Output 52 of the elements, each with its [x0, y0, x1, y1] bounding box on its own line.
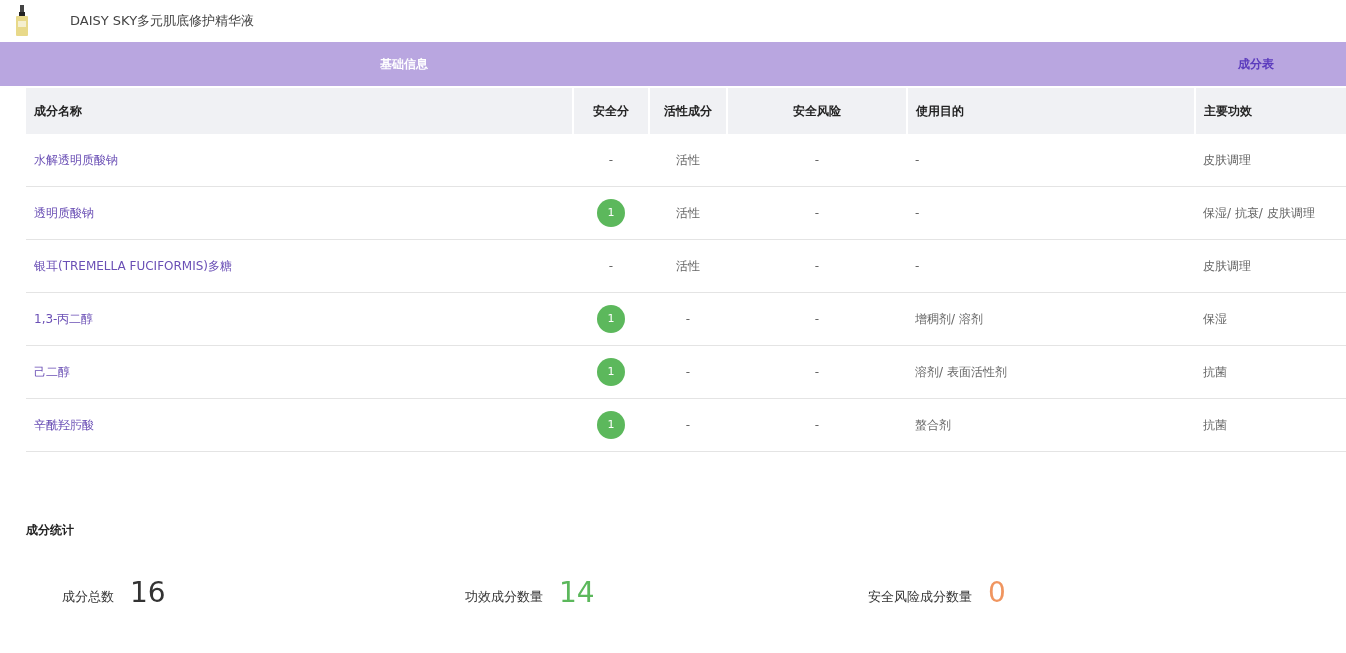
ingredient-link[interactable]: 1,3-丙二醇 — [26, 292, 573, 346]
table-cell: - — [649, 345, 727, 399]
safety-score-badge: 1 — [597, 199, 625, 227]
stat-label: 安全风险成分数量 — [868, 587, 972, 606]
table-cell: 活性 — [649, 239, 727, 293]
ingredient-link[interactable]: 辛酰羟肟酸 — [26, 398, 573, 452]
ingredient-link[interactable]: 水解透明质酸钠 — [26, 134, 573, 187]
ingredient-link[interactable]: 透明质酸钠 — [26, 186, 573, 240]
table-cell: 保湿/ 抗衰/ 皮肤调理 — [1195, 186, 1346, 240]
table-cell: 抗菌 — [1195, 345, 1346, 399]
safety-score-badge: 1 — [597, 411, 625, 439]
bottle-icon — [15, 5, 29, 37]
column-header: 安全风险 — [727, 88, 907, 134]
stat-value: 0 — [988, 576, 1006, 609]
table-cell: - — [727, 134, 907, 187]
column-header: 安全分 — [573, 88, 649, 134]
table-cell: 皮肤调理 — [1195, 134, 1346, 187]
column-header: 使用目的 — [907, 88, 1195, 134]
table-cell: 溶剂/ 表面活性剂 — [907, 345, 1195, 399]
table-cell: - — [907, 239, 1195, 293]
table-cell: - — [727, 345, 907, 399]
safety-score-badge: 1 — [597, 358, 625, 386]
table-cell: 增稠剂/ 溶剂 — [907, 292, 1195, 346]
table-cell: 保湿 — [1195, 292, 1346, 346]
table-cell: - — [573, 239, 649, 293]
table-cell: 活性 — [649, 186, 727, 240]
table-cell: - — [727, 186, 907, 240]
table-cell: 活性 — [649, 134, 727, 187]
table-cell: 抗菌 — [1195, 398, 1346, 452]
ingredient-link[interactable]: 银耳(TREMELLA FUCIFORMIS)多糖 — [26, 239, 573, 293]
table-cell: 螯合剂 — [907, 398, 1195, 452]
table-cell: - — [649, 398, 727, 452]
ingredient-link[interactable]: 己二醇 — [26, 345, 573, 399]
column-header: 活性成分 — [649, 88, 727, 134]
table-cell: 皮肤调理 — [1195, 239, 1346, 293]
stat-label: 功效成分数量 — [465, 587, 543, 606]
column-header: 主要功效 — [1195, 88, 1346, 134]
table-cell: - — [649, 292, 727, 346]
table-cell: - — [907, 134, 1195, 187]
table-cell: - — [573, 134, 649, 187]
table-cell: - — [727, 239, 907, 293]
stat-label: 成分总数 — [62, 587, 114, 606]
table-cell: - — [727, 292, 907, 346]
tab[interactable]: 成分表 — [1166, 42, 1346, 86]
stat-value: 16 — [130, 576, 166, 609]
table-cell: - — [727, 398, 907, 452]
stat-value: 14 — [559, 576, 595, 609]
section-title: 成分统计 — [26, 522, 75, 539]
table-cell: - — [907, 186, 1195, 240]
column-header: 成分名称 — [26, 88, 573, 134]
safety-score-badge: 1 — [597, 305, 625, 333]
product-title: DAISY SKY多元肌底修护精华液 — [70, 12, 255, 30]
